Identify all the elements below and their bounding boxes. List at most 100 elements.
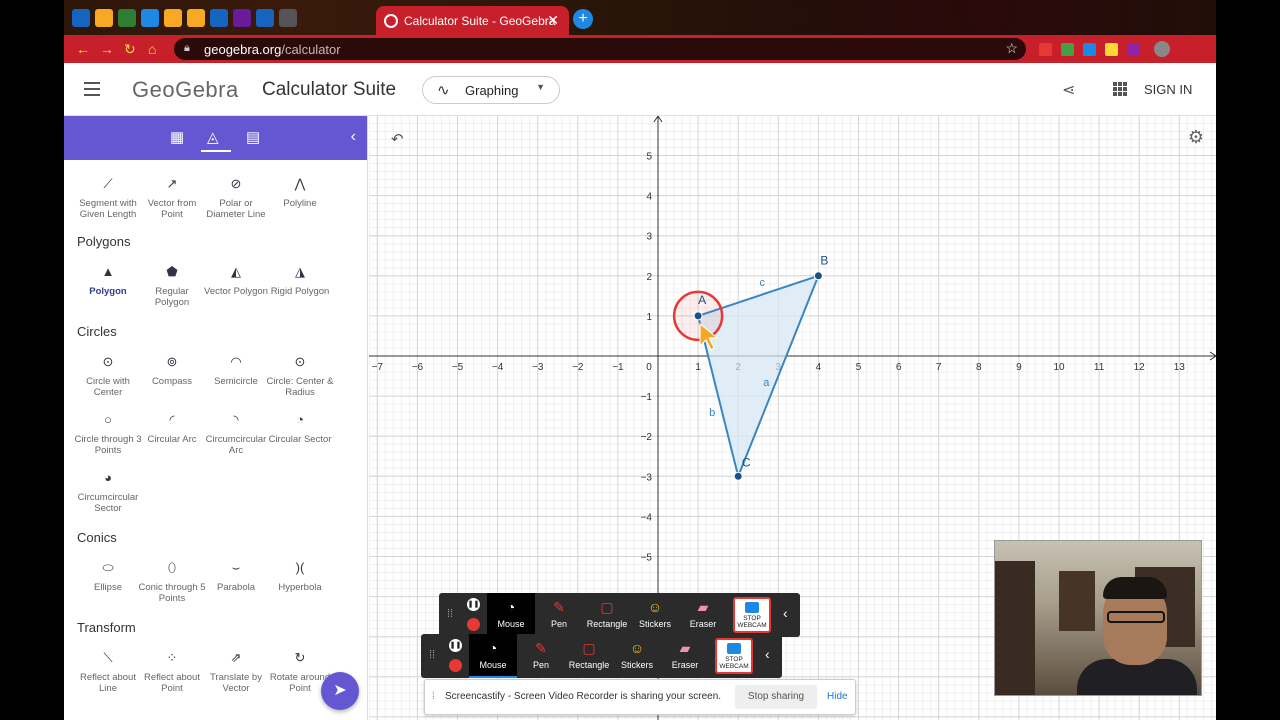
screencastify-tool-eraser[interactable]: ▰ Eraser [661, 634, 709, 678]
tool-polyline[interactable]: ⋀ Polyline [265, 176, 335, 209]
new-tab-button[interactable]: + [573, 9, 593, 29]
point-A[interactable] [693, 311, 703, 321]
forward-icon[interactable]: → [100, 41, 114, 57]
tool-semicircle[interactable]: ◠ Semicircle [201, 354, 271, 387]
reload-icon[interactable]: ↻ [124, 41, 136, 58]
pinned-tab-favicon-icon[interactable] [233, 9, 251, 27]
tool-polar-line[interactable]: ⊘ Polar or Diameter Line [201, 176, 271, 220]
screencastify-tool-mouse[interactable]: ◔ Mouse [487, 593, 535, 637]
tool-segment-length[interactable]: ⟋ Segment with Given Length [73, 176, 143, 220]
tool-conic-5-points[interactable]: ⬯ Conic through 5 Points [137, 560, 207, 604]
sign-in-button[interactable]: SIGN IN [1144, 82, 1192, 97]
screencastify-tool-eraser[interactable]: ▰ Eraser [679, 593, 727, 637]
lock-icon: 🔒︎ [184, 42, 190, 54]
tool-polygon[interactable]: ▲ Polygon [73, 264, 143, 297]
screencastify-tool-rectangle[interactable]: ▢ Rectangle [583, 593, 631, 637]
move-tool-button[interactable]: ➤ [321, 672, 359, 710]
screencastify-tool-mouse[interactable]: ◔ Mouse [469, 634, 517, 678]
tool-circular-arc[interactable]: ◜ Circular Arc [137, 412, 207, 445]
extension-icon[interactable] [1083, 43, 1096, 56]
screencastify-tool-pen[interactable]: ✎ Pen [535, 593, 583, 637]
tool-parabola[interactable]: ⌣ Parabola [201, 560, 271, 593]
drag-handle-icon[interactable]: ⁞⁞ [429, 649, 435, 661]
tool-ellipse[interactable]: ⬭ Ellipse [73, 560, 143, 593]
tool-reflect-line[interactable]: ⟍ Reflect about Line [73, 650, 143, 694]
tool-circle-3-points[interactable]: ○ Circle through 3 Points [73, 412, 143, 456]
screencastify-tool-rectangle[interactable]: ▢ Rectangle [565, 634, 613, 678]
tool-circumcircular-arc[interactable]: ◝ Circumcircular Arc [201, 412, 271, 456]
pinned-tab-favicon-icon[interactable] [141, 9, 159, 27]
app-mode-dropdown[interactable]: ∿ Graphing ▼ [422, 76, 560, 104]
home-icon[interactable]: ⌂ [148, 41, 156, 57]
tools-icon[interactable]: ◬ [207, 128, 219, 146]
algebra-calculator-icon[interactable]: ▦ [170, 128, 184, 146]
extension-icon[interactable] [1105, 43, 1118, 56]
tab-calculator-suite[interactable]: Calculator Suite - GeoGebra ✕ [376, 6, 569, 35]
tool-circle-radius[interactable]: ⊙ Circle: Center & Radius [265, 354, 335, 398]
screencastify-tool-stickers[interactable]: ☺ Stickers [613, 634, 661, 678]
table-icon[interactable]: ▤ [246, 128, 260, 146]
x-tick-label: 4 [816, 362, 822, 373]
x-tick-label: 7 [936, 362, 942, 373]
screencastify-toolbar: ⁞⁞ ❚❚ ◔ Mouse ✎ Pen ▢ Rectangle ☺ Stickers ▰ Eraser… [439, 593, 800, 637]
close-tab-icon[interactable]: ✕ [547, 12, 559, 29]
tool-hyperbola[interactable]: )(Hyperbola [265, 560, 335, 593]
x-tick-label: −4 [492, 362, 504, 373]
screencastify-tool-pen[interactable]: ✎ Pen [517, 634, 565, 678]
tool-circumcircular-sector[interactable]: ◕ Circumcircular Sector [73, 470, 143, 514]
extension-icon[interactable] [1061, 43, 1074, 56]
settings-gear-icon[interactable]: ⚙ [1188, 127, 1204, 148]
stop-recording-icon[interactable] [467, 618, 480, 631]
stop-sharing-button[interactable]: Stop sharing [735, 685, 817, 709]
x-tick-label: 12 [1134, 362, 1146, 373]
tool-label: Polygon [89, 286, 127, 297]
stop-webcam-button[interactable]: STOP WEBCAM [733, 597, 771, 633]
point-C[interactable] [733, 471, 743, 481]
tool-circle-center[interactable]: ⊙ Circle with Center [73, 354, 143, 398]
geogebra-logo[interactable]: GeoGebra [132, 77, 239, 103]
collapse-toolbar-icon[interactable]: ‹ [765, 646, 770, 662]
pinned-tab-favicon-icon[interactable] [210, 9, 228, 27]
point-B[interactable] [813, 271, 823, 281]
share-icon[interactable]: ⋖ [1062, 80, 1075, 100]
extension-icon[interactable] [1127, 43, 1140, 56]
circle-center-icon: ⊙ [102, 354, 114, 369]
pinned-tab-favicon-icon[interactable] [279, 9, 297, 27]
pause-recording-icon[interactable]: ❚❚ [449, 639, 462, 652]
screencastify-tool-label: Mouse [497, 619, 525, 629]
drag-handle-icon[interactable]: ⁞⁞ [447, 608, 453, 620]
pinned-tab-favicon-icon[interactable] [187, 9, 205, 27]
undo-icon[interactable]: ↶ [391, 130, 404, 148]
drag-handle-icon[interactable]: ⁞ [432, 691, 435, 702]
pause-recording-icon[interactable]: ❚❚ [467, 598, 480, 611]
pinned-tab-favicon-icon[interactable] [95, 9, 113, 27]
url-domain: geogebra.org [204, 42, 282, 57]
pinned-tab-favicon-icon[interactable] [256, 9, 274, 27]
pinned-tab-favicon-icon[interactable] [118, 9, 136, 27]
tool-circular-sector[interactable]: ◔ Circular Sector [265, 412, 335, 445]
compass-icon: ⊚ [166, 354, 178, 369]
pinned-tab-favicon-icon[interactable] [72, 9, 90, 27]
url-bar[interactable]: 🔒︎ geogebra.org/calculator ☆ [174, 38, 1026, 60]
tool-compass[interactable]: ⊚ Compass [137, 354, 207, 387]
tool-rigid-polygon[interactable]: ◮ Rigid Polygon [265, 264, 335, 297]
tool-vector-from-point[interactable]: ↗ Vector from Point [137, 176, 207, 220]
tool-translate-vector[interactable]: ⇗ Translate by Vector [201, 650, 271, 694]
tool-reflect-point[interactable]: ⁘ Reflect about Point [137, 650, 207, 694]
tool-vector-polygon[interactable]: ◭ Vector Polygon [201, 264, 271, 297]
stop-recording-icon[interactable] [449, 659, 462, 672]
back-icon[interactable]: ← [76, 41, 90, 57]
extension-icon[interactable] [1039, 43, 1052, 56]
hide-button[interactable]: Hide [827, 691, 848, 702]
apps-grid-icon[interactable] [1113, 82, 1127, 96]
screencastify-tool-stickers[interactable]: ☺ Stickers [631, 593, 679, 637]
bookmark-star-icon[interactable]: ☆ [1005, 40, 1018, 57]
eraser-icon: ▰ [697, 599, 709, 615]
pinned-tab-favicon-icon[interactable] [164, 9, 182, 27]
collapse-toolbar-icon[interactable]: ‹ [783, 605, 788, 621]
collapse-panel-icon[interactable]: ‹ [351, 128, 356, 146]
profile-avatar[interactable] [1154, 41, 1170, 57]
stop-webcam-button[interactable]: STOP WEBCAM [715, 638, 753, 674]
menu-icon[interactable] [84, 82, 100, 96]
tool-regular-polygon[interactable]: ⬟ Regular Polygon [137, 264, 207, 308]
